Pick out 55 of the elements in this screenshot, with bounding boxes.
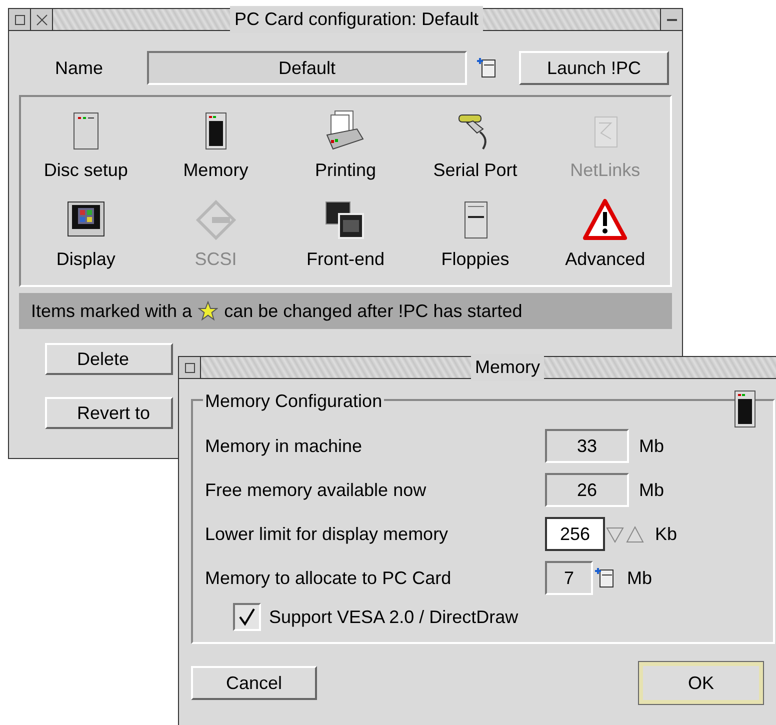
option-label: Memory	[183, 159, 248, 182]
status-text: Items marked with a	[31, 300, 192, 322]
option-item[interactable]: Floppies	[410, 198, 540, 273]
option-label: Front-end	[306, 248, 385, 271]
close-icon	[36, 14, 48, 26]
setting-label: Memory in machine	[205, 434, 364, 458]
option-label: Display	[56, 248, 116, 271]
launch-button[interactable]: Launch !PC	[519, 51, 669, 85]
status-text: can be changed after !PC has started	[224, 300, 522, 323]
window-title: Memory	[471, 354, 544, 381]
checkbox[interactable]	[233, 603, 261, 631]
option-label: NetLinks	[570, 159, 640, 182]
value-display: 7	[545, 561, 593, 595]
back-button[interactable]	[9, 9, 31, 30]
value-field[interactable]: 256	[545, 517, 605, 551]
name-field[interactable]: Default	[147, 51, 467, 85]
warning-icon	[583, 198, 628, 242]
option-label: Serial Port	[433, 159, 518, 182]
title-bar[interactable]: Memory	[201, 357, 776, 378]
back-button[interactable]	[179, 357, 201, 378]
cancel-button[interactable]: Cancel	[191, 666, 317, 700]
star-icon	[198, 301, 218, 321]
option-item[interactable]: Serial Port	[410, 109, 540, 184]
setting-label: Free memory available now	[205, 478, 428, 502]
action-button[interactable]: Delete	[45, 343, 173, 375]
setting-label: Memory to allocate to PC Card	[205, 566, 452, 590]
diamond-icon	[194, 198, 238, 242]
window-title: PC Card configuration: Default	[230, 6, 483, 33]
ok-button[interactable]: OK	[639, 662, 763, 704]
unit-label: Mb	[627, 566, 652, 590]
option-label: Printing	[314, 159, 376, 182]
minimize-button[interactable]	[660, 9, 682, 30]
close-button[interactable]	[31, 9, 53, 30]
check-icon	[237, 607, 257, 627]
option-label: Advanced	[565, 248, 646, 271]
increment-arrow-icon[interactable]	[625, 524, 645, 544]
option-label: SCSI	[194, 248, 237, 271]
option-item[interactable]: Disc setup	[21, 109, 151, 184]
value-display: 26	[545, 473, 629, 507]
option-item[interactable]: Front-end	[280, 198, 410, 273]
option-label: Disc setup	[44, 159, 128, 182]
setting-label: Lower limit for display memory	[205, 522, 450, 546]
option-item[interactable]: Printing	[280, 109, 410, 184]
unit-label: Mb	[639, 478, 664, 502]
option-item[interactable]: Memory	[150, 109, 281, 184]
title-bar[interactable]: PC Card configuration: Default	[53, 9, 660, 30]
option-item[interactable]: Advanced	[540, 198, 670, 273]
option-label: Floppies	[441, 248, 510, 271]
option-item[interactable]: Display	[21, 198, 151, 273]
value-display: 33	[545, 429, 629, 463]
name-label: Name	[54, 56, 104, 80]
checkbox-label: Support VESA 2.0 / DirectDraw	[269, 606, 518, 629]
unit-label: Mb	[639, 434, 664, 458]
unit-label: Kb	[655, 522, 678, 546]
action-button[interactable]: Revert to	[45, 397, 173, 429]
